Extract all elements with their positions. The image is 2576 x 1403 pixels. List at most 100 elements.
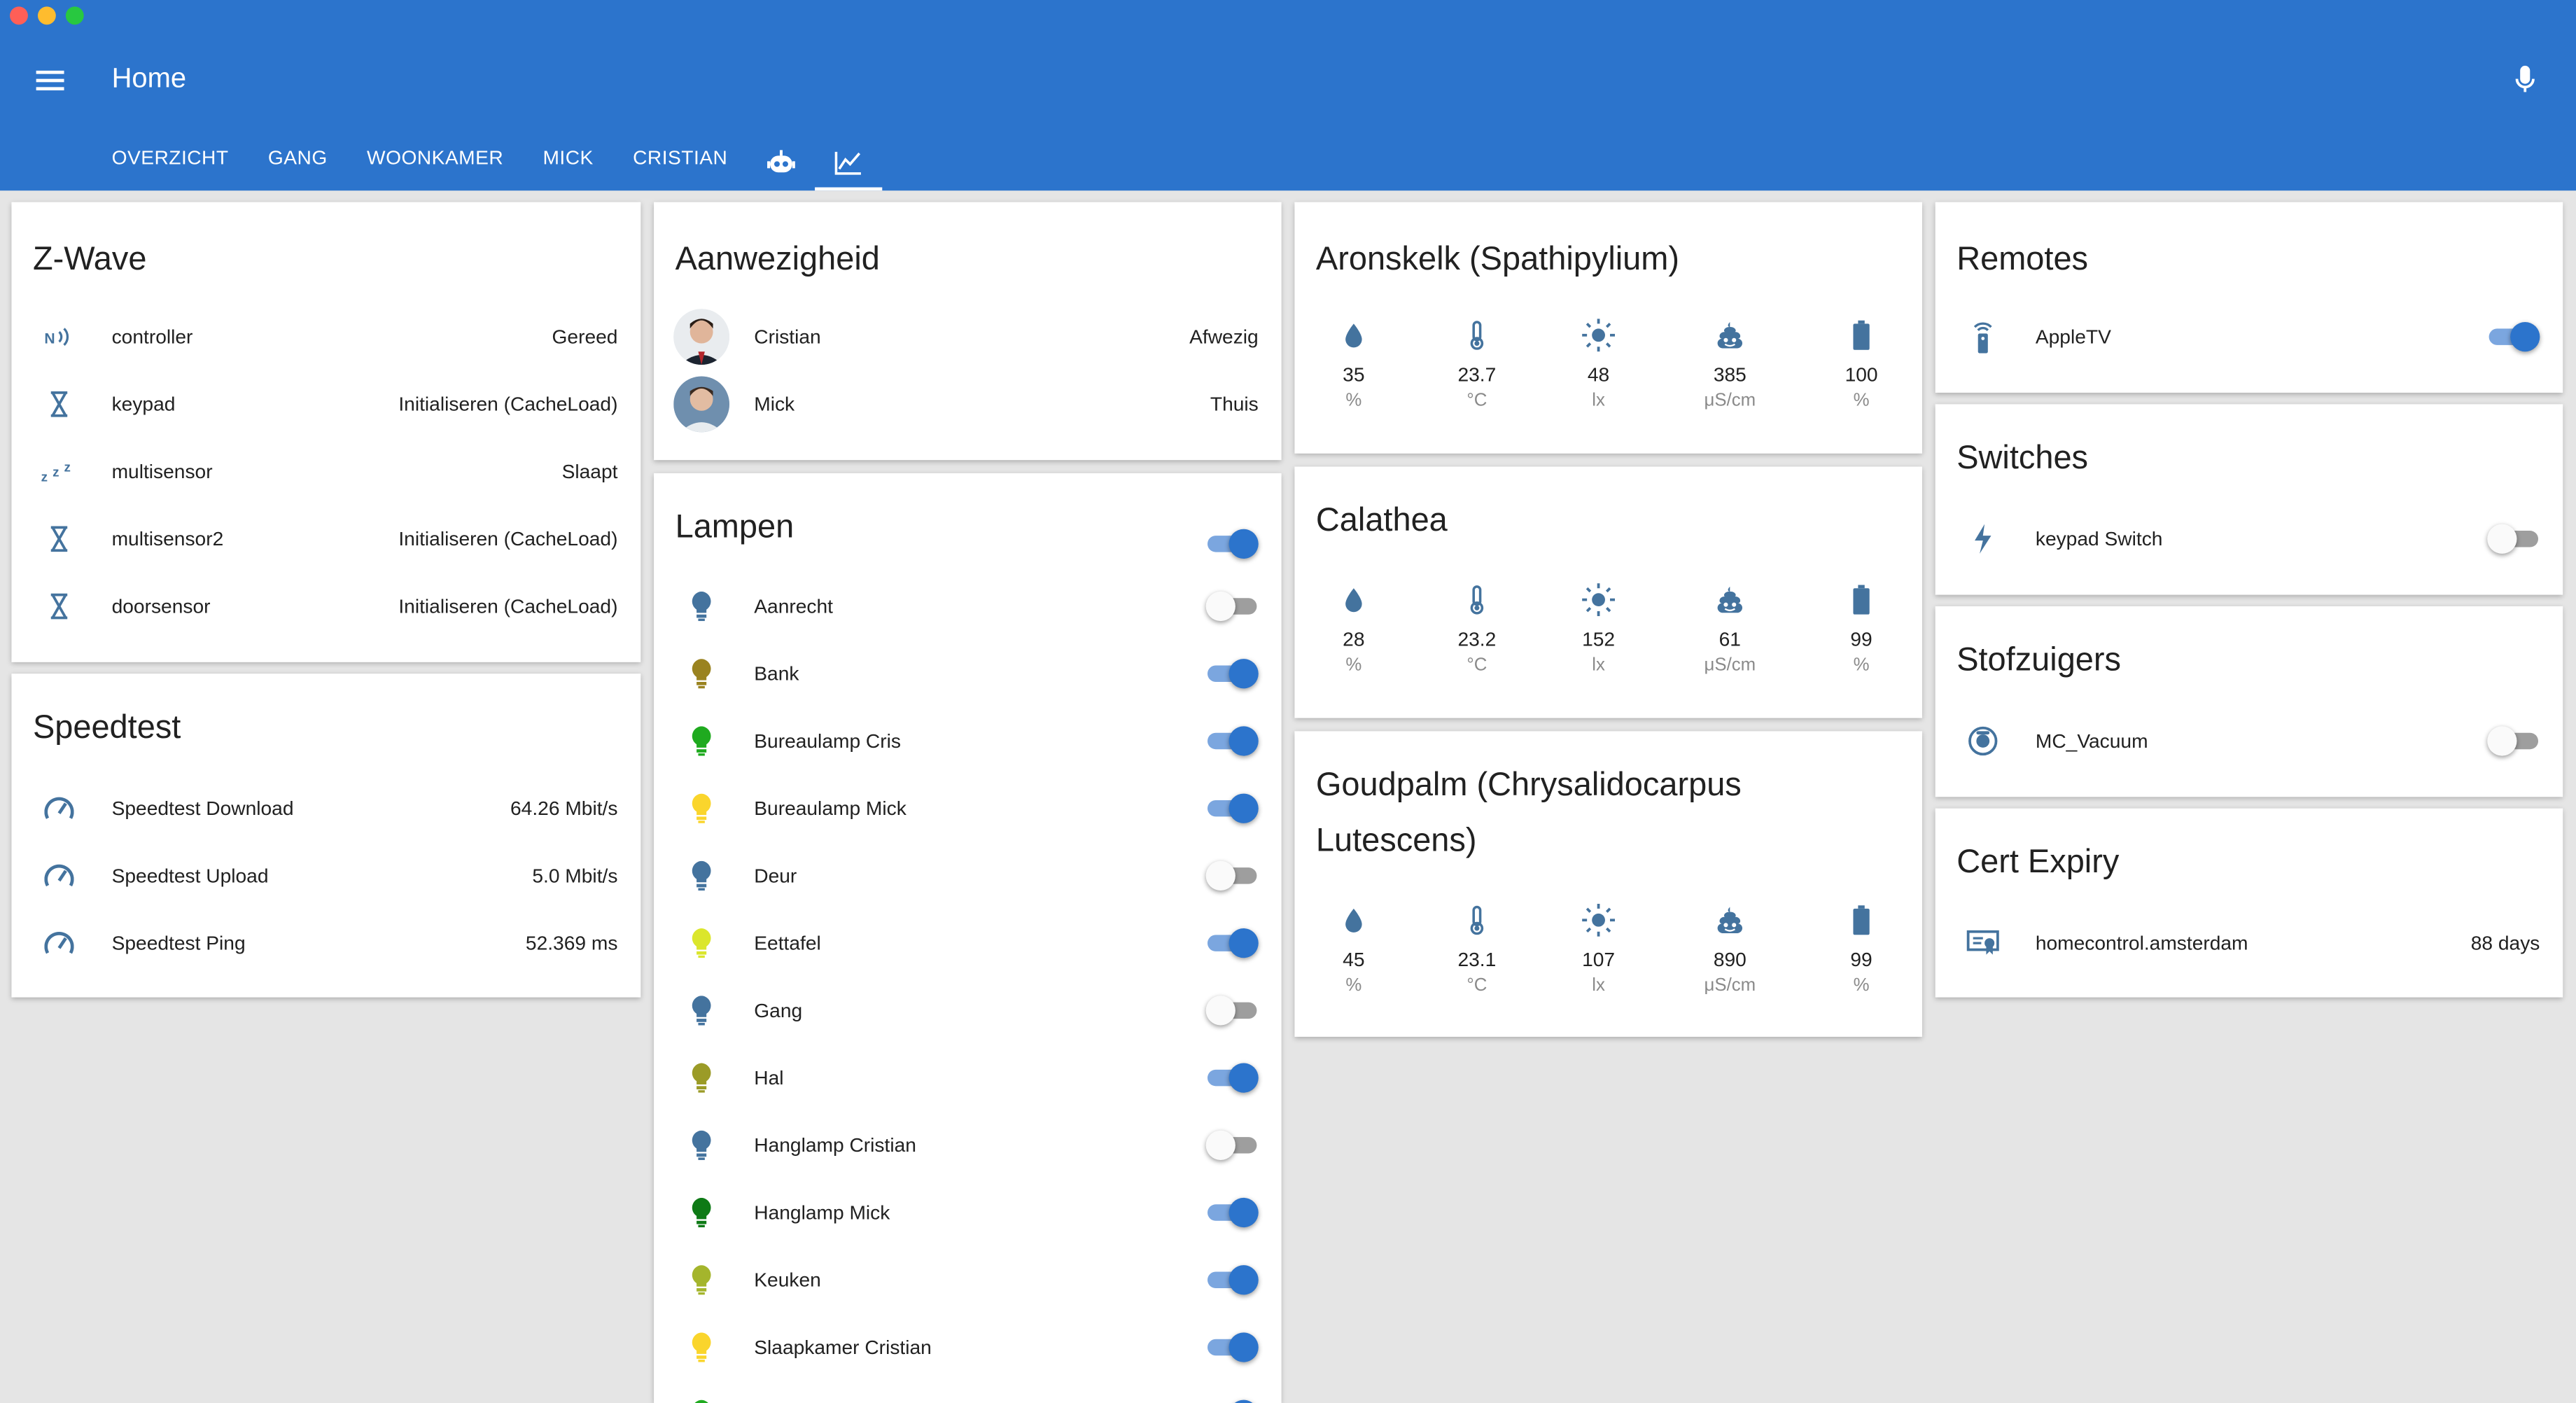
plant-value: 23.2 <box>1457 627 1497 651</box>
plant-attribute[interactable]: 99% <box>1812 582 1911 676</box>
lamp-row[interactable]: Eettafel <box>654 910 1282 976</box>
lamp-row[interactable]: Bureaulamp Mick <box>654 776 1282 842</box>
entity-name: keypad <box>111 392 176 416</box>
tab-history[interactable] <box>814 134 882 191</box>
zoom-window-button[interactable] <box>65 6 84 25</box>
lamp-row[interactable] <box>654 1382 1282 1403</box>
switch-row[interactable]: keypad Switch <box>1935 506 2563 572</box>
lamp-toggle[interactable] <box>1206 1398 1259 1403</box>
lamp-toggle[interactable] <box>1206 725 1259 758</box>
lamp-row[interactable]: Gang <box>654 977 1282 1043</box>
speedometer-icon <box>41 858 78 894</box>
entity-name: homecontrol.amsterdam <box>2035 931 2248 955</box>
lamp-toggle[interactable] <box>1205 994 1259 1027</box>
tab-gang[interactable]: GANG <box>248 134 347 190</box>
robot-vacuum-icon <box>1965 723 2001 760</box>
plant-attribute[interactable]: 152 lx <box>1549 582 1648 676</box>
entity-name: AppleTV <box>2035 325 2111 349</box>
lamp-row[interactable]: Deur <box>654 843 1282 909</box>
plant-attribute[interactable]: 23.2 °C <box>1427 582 1526 676</box>
plant-attribute[interactable]: 99% <box>1812 902 1911 996</box>
presence-row[interactable]: Cristian Afwezig <box>654 304 1282 370</box>
plant-attribute[interactable]: 35% <box>1304 317 1403 411</box>
lamp-row[interactable]: Keuken <box>654 1247 1282 1313</box>
water-drop-icon <box>1304 902 1403 938</box>
entity-state: Initialiseren (CacheLoad) <box>398 392 618 416</box>
tab-overzicht[interactable]: OVERZICHT <box>92 134 248 190</box>
lamp-toggle[interactable] <box>1206 1061 1259 1094</box>
card-title: Cert Expiry <box>1956 844 2120 881</box>
menu-icon[interactable] <box>36 66 66 92</box>
tab-mick[interactable]: MICK <box>523 134 613 190</box>
lamp-row[interactable]: Bureaulamp Cris <box>654 709 1282 774</box>
vacuum-row[interactable]: MC_Vacuum <box>1935 709 2563 774</box>
speedtest-row[interactable]: Speedtest Upload 5.0 Mbit/s <box>11 843 640 909</box>
lamp-toggle[interactable] <box>1206 927 1259 960</box>
presence-row[interactable]: Mick Thuis <box>654 371 1282 437</box>
close-window-button[interactable] <box>10 6 28 25</box>
lamp-toggle[interactable] <box>1206 1331 1259 1364</box>
plant-attribute[interactable]: 28% <box>1304 582 1403 676</box>
sun-icon <box>1549 582 1648 618</box>
lamp-row[interactable]: Aanrecht <box>654 573 1282 639</box>
keypad-switch-toggle[interactable] <box>2487 522 2540 555</box>
entity-name: controller <box>111 325 193 349</box>
lamp-row[interactable]: Hal <box>654 1045 1282 1111</box>
tab-robot[interactable] <box>747 134 814 190</box>
zwave-row[interactable]: doorsensor Initialiseren (CacheLoad) <box>11 573 640 639</box>
lamp-row[interactable]: Bank <box>654 641 1282 706</box>
zwave-row[interactable]: N controller Gereed <box>11 304 640 370</box>
plant-attribute[interactable]: 107 lx <box>1549 902 1648 996</box>
plant-attribute[interactable]: 23.7 °C <box>1427 317 1526 411</box>
lamp-toggle[interactable] <box>1205 859 1259 892</box>
lamps-master-toggle[interactable] <box>1206 527 1259 560</box>
svg-text:N: N <box>44 331 55 347</box>
zwave-row[interactable]: zzz multisensor Slaapt <box>11 439 640 505</box>
entity-name: doorsensor <box>111 594 211 618</box>
battery-icon <box>1812 317 1911 354</box>
lamp-toggle[interactable] <box>1206 792 1259 825</box>
lamp-toggle[interactable] <box>1206 657 1259 690</box>
hourglass-icon <box>41 521 78 557</box>
tab-woonkamer[interactable]: WOONKAMER <box>347 134 523 190</box>
lamp-toggle[interactable] <box>1206 1196 1259 1229</box>
plant-attribute[interactable]: 23.1 °C <box>1427 902 1526 996</box>
entity-state: Slaapt <box>561 460 618 484</box>
card-title: Calathea <box>1315 503 1448 539</box>
zwave-row[interactable]: keypad Initialiseren (CacheLoad) <box>11 371 640 437</box>
lamp-row[interactable]: Slaapkamer Cristian <box>654 1315 1282 1381</box>
plant-card: Calathea 28% 23.2 °C 152 lx 61 μS/cm 99% <box>1294 466 1922 718</box>
plant-unit: % <box>1345 391 1362 411</box>
plant-attribute[interactable]: 45% <box>1304 902 1403 996</box>
sun-icon <box>1549 902 1648 938</box>
vacuum-card: Stofzuigers MC_Vacuum <box>1935 606 2563 797</box>
plant-attribute[interactable]: 48 lx <box>1549 317 1648 411</box>
app-header: Home OVERZICHT GANG WOONKAMER MICK CRIST… <box>0 0 2576 191</box>
speedtest-row[interactable]: Speedtest Download 64.26 Mbit/s <box>11 776 640 842</box>
tab-cristian[interactable]: CRISTIAN <box>613 134 748 190</box>
plant-unit: lx <box>1592 976 1605 996</box>
lamp-row[interactable]: Hanglamp Mick <box>654 1180 1282 1245</box>
vacuum-toggle[interactable] <box>2487 725 2540 758</box>
lamp-name: Deur <box>754 864 797 888</box>
poop-icon <box>1681 317 1779 354</box>
remote-row[interactable]: AppleTV <box>1935 304 2563 370</box>
speedtest-row[interactable]: Speedtest Ping 52.369 ms <box>11 910 640 976</box>
card-title: Z-Wave <box>32 242 147 278</box>
microphone-icon[interactable] <box>2514 62 2537 99</box>
lamp-row[interactable]: Hanglamp Cristian <box>654 1112 1282 1178</box>
avatar <box>673 309 730 365</box>
lamp-toggle[interactable] <box>1206 1264 1259 1297</box>
minimize-window-button[interactable] <box>37 6 56 25</box>
lamp-toggle[interactable] <box>1205 1129 1259 1161</box>
zwave-row[interactable]: multisensor2 Initialiseren (CacheLoad) <box>11 506 640 572</box>
appletv-toggle[interactable] <box>2487 321 2540 354</box>
plant-attribute[interactable]: 61 μS/cm <box>1681 582 1779 676</box>
remote-icon <box>1965 319 2001 355</box>
cert-row[interactable]: homecontrol.amsterdam 88 days <box>1935 910 2563 976</box>
plant-attribute[interactable]: 385 μS/cm <box>1681 317 1779 411</box>
lamp-toggle[interactable] <box>1205 590 1259 623</box>
plant-attribute[interactable]: 100% <box>1812 317 1911 411</box>
plant-unit: °C <box>1466 655 1488 676</box>
plant-attribute[interactable]: 890 μS/cm <box>1681 902 1779 996</box>
